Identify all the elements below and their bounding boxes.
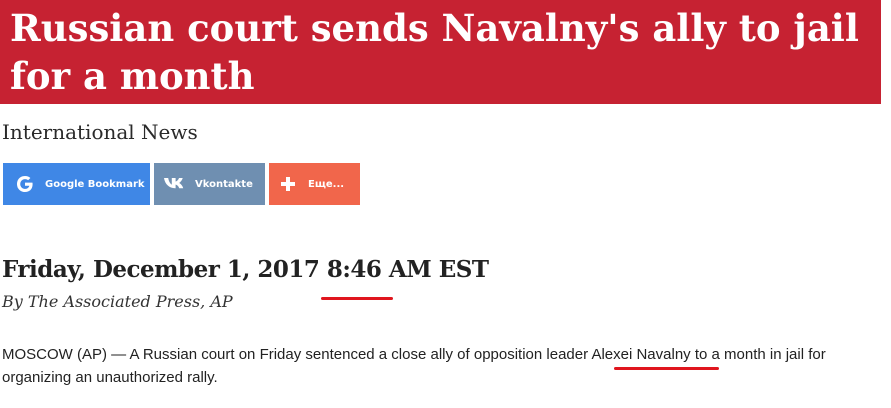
vkontakte-label: Vkontakte <box>195 178 253 190</box>
body-text-part1: MOSCOW (AP) — A Russian court on Friday … <box>2 346 592 363</box>
article-byline: By The Associated Press, AP <box>2 292 233 311</box>
time-underline-annotation <box>321 297 393 300</box>
vk-logo-icon <box>163 176 187 192</box>
google-bookmark-label: Google Bookmark <box>45 178 145 190</box>
person-name-navalny: Alexei Navalny <box>591 346 691 363</box>
google-g-icon <box>15 174 35 194</box>
article-headline: Russian court sends Navalny's ally to ja… <box>10 6 859 98</box>
article-body-paragraph: MOSCOW (AP) — A Russian court on Friday … <box>2 343 882 389</box>
name-underline-annotation <box>614 367 719 370</box>
google-bookmark-button[interactable]: Google Bookmark <box>3 163 150 205</box>
more-share-label: Еще... <box>308 178 345 190</box>
vkontakte-button[interactable]: Vkontakte <box>154 163 265 205</box>
more-share-button[interactable]: Еще... <box>269 163 360 205</box>
headline-banner: Russian court sends Navalny's ally to ja… <box>0 0 881 104</box>
article-dateline: Friday, December 1, 2017 8:46 AM EST <box>2 256 489 283</box>
section-link-international-news[interactable]: International News <box>2 120 198 144</box>
plus-icon <box>280 176 296 192</box>
